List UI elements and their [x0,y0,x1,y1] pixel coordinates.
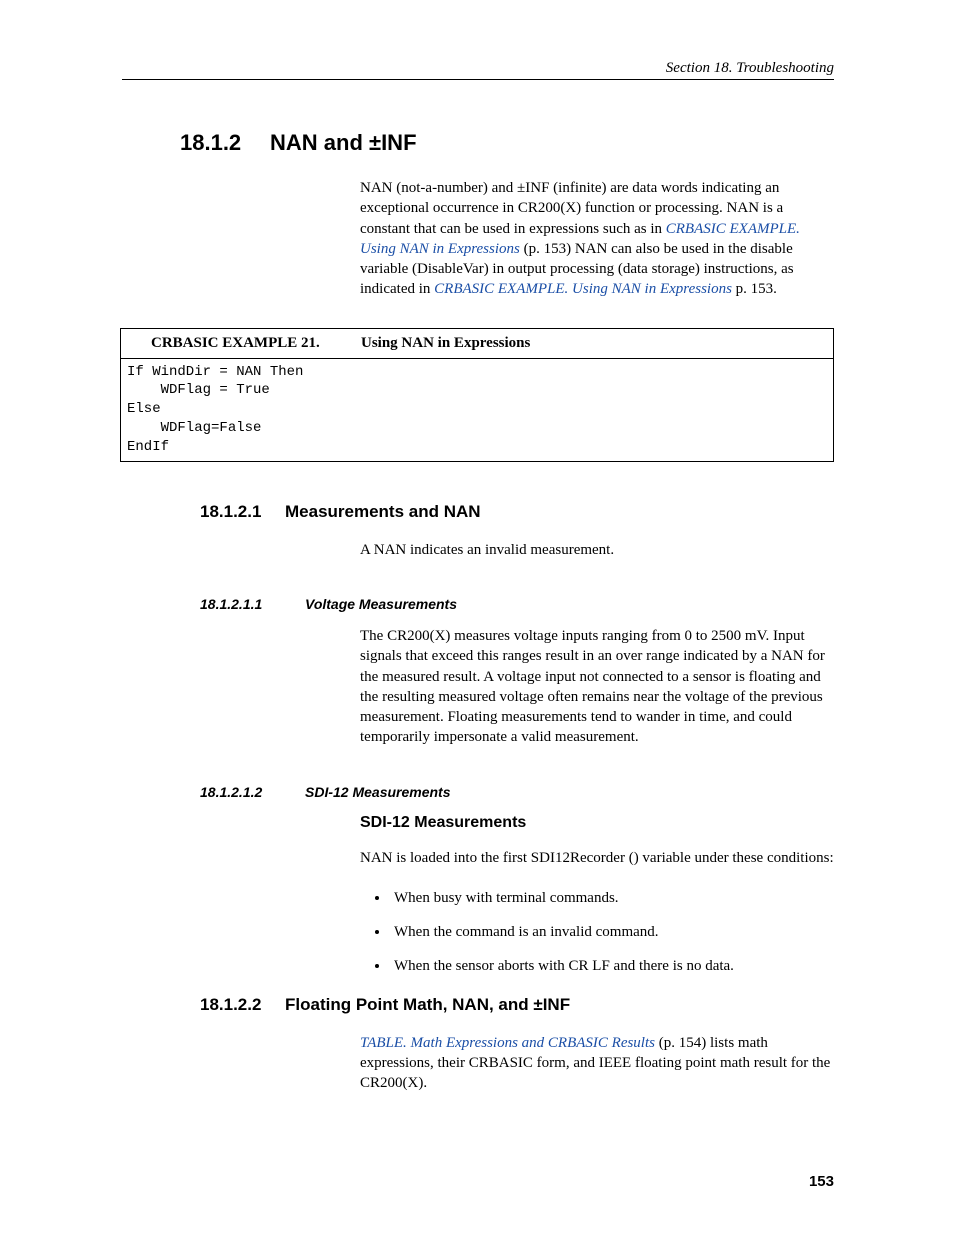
heading-number: 18.1.2.1.1 [200,596,305,612]
heading-number: 18.1.2.2 [200,995,285,1015]
link-crbasic-example-nan-2[interactable]: CRBASIC EXAMPLE. Using NAN in Expression… [434,281,732,297]
heading-18-1-2-1-1: 18.1.2.1.1Voltage Measurements [200,596,834,612]
text: p. 153. [732,281,777,297]
heading-18-1-2-2: 18.1.2.2Floating Point Math, NAN, and ±I… [200,995,834,1015]
page-number: 153 [809,1173,834,1190]
heading-number: 18.1.2.1 [200,502,285,522]
example-title: Using NAN in Expressions [361,335,530,351]
heading-title: Floating Point Math, NAN, and ±INF [285,995,570,1014]
voltage-paragraph: The CR200(X) measures voltage inputs ran… [360,626,834,748]
sdi12-conditions-list: When busy with terminal commands. When t… [390,888,834,977]
heading-title: Voltage Measurements [305,596,457,612]
crbasic-example-box: CRBASIC EXAMPLE 21.Using NAN in Expressi… [120,328,834,462]
heading-title: NAN and ±INF [270,130,417,155]
heading-18-1-2: 18.1.2NAN and ±INF [180,130,834,156]
heading-18-1-2-1: 18.1.2.1Measurements and NAN [200,502,834,522]
list-item: When busy with terminal commands. [390,888,834,908]
sdi12-paragraph: NAN is loaded into the first SDI12Record… [360,848,834,868]
heading-number: 18.1.2 [180,130,270,156]
running-header: Section 18. Troubleshooting [122,60,834,80]
heading-title: SDI-12 Measurements [305,784,451,800]
list-item: When the sensor aborts with CR LF and th… [390,956,834,976]
list-item: When the command is an invalid command. [390,922,834,942]
example-code: If WindDir = NAN Then WDFlag = True Else… [121,359,833,461]
link-table-math-expressions[interactable]: TABLE. Math Expressions and CRBASIC Resu… [360,1035,655,1051]
example-header: CRBASIC EXAMPLE 21.Using NAN in Expressi… [121,329,833,359]
measurements-paragraph: A NAN indicates an invalid measurement. [360,540,834,560]
float-paragraph: TABLE. Math Expressions and CRBASIC Resu… [360,1033,834,1094]
page-content: 18.1.2NAN and ±INF NAN (not-a-number) an… [120,130,834,1113]
heading-18-1-2-1-2: 18.1.2.1.2SDI-12 Measurements [200,784,834,800]
example-label: CRBASIC EXAMPLE 21. [131,335,361,352]
heading-number: 18.1.2.1.2 [200,784,305,800]
heading-title: Measurements and NAN [285,502,481,521]
sdi12-subheading: SDI-12 Measurements [360,814,834,832]
intro-paragraph: NAN (not-a-number) and ±INF (infinite) a… [360,178,834,300]
